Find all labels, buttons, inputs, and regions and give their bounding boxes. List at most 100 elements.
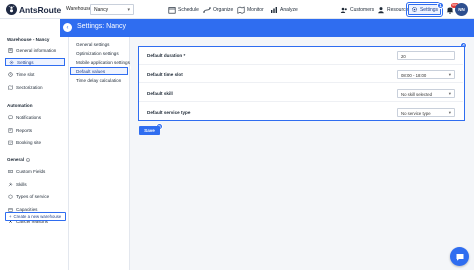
plus-icon: + — [9, 214, 12, 219]
form-row-default-skill: Default skill No skill selected ▾ — [139, 84, 463, 102]
chat-icon — [456, 253, 463, 261]
arrow-left-icon[interactable]: ‹ — [63, 23, 72, 32]
sidebar-item-label: Sectorization — [16, 84, 43, 90]
nav-analyze[interactable]: Analyze — [270, 5, 298, 15]
chart-icon — [271, 7, 277, 13]
sidebar-section-general-label: General — [7, 157, 25, 162]
ant-logo-icon — [6, 4, 17, 15]
sidebar-section-automation: Automation — [7, 103, 33, 108]
create-warehouse-button[interactable]: + Create a new warehouse — [5, 212, 66, 221]
nav-customers-label: Customers — [350, 7, 375, 13]
top-bar: AntsRoute Warehouse: Nancy ▾ Schedule Or… — [0, 0, 474, 19]
service-type-icon — [8, 194, 13, 199]
annotation-badge-1: 1 — [437, 2, 444, 9]
resources-icon — [378, 7, 384, 14]
default-duration-value: 20 — [401, 54, 406, 59]
warehouse-select[interactable]: Nancy ▾ — [90, 4, 134, 15]
sidebar-item-label: Time slot — [16, 71, 35, 77]
sidebar-item-label: Types of service — [16, 193, 50, 199]
sidebar-item-label: Booking site — [16, 139, 42, 145]
document-icon — [8, 47, 13, 53]
default-time-slot-value: 08:00 - 18:00 — [401, 73, 427, 78]
form-row-default-duration: Default duration * 20 — [139, 47, 463, 65]
logo[interactable]: AntsRoute — [6, 4, 61, 15]
skills-icon — [8, 182, 13, 186]
booking-icon — [8, 140, 13, 145]
customers-icon — [340, 7, 347, 13]
submenu-item-time-delay-calculation[interactable]: Time delay calculation — [75, 76, 130, 84]
default-service-type-value: No service type — [401, 111, 431, 116]
info-icon — [26, 157, 30, 162]
sector-map-icon — [8, 84, 13, 90]
nav-monitor[interactable]: Monitor — [237, 5, 264, 15]
left-sidebar: Warehouse - Nancy General information Se… — [0, 19, 69, 270]
sidebar-item-skills[interactable]: Skills — [5, 180, 65, 188]
warehouse-select-value: Nancy — [94, 7, 109, 13]
submenu-item-optimization-settings[interactable]: Optimization settings — [75, 49, 130, 57]
save-button[interactable]: Save — [139, 126, 160, 135]
chevron-down-icon: ▾ — [448, 72, 451, 77]
sidebar-item-sectorization[interactable]: Sectorization — [5, 83, 65, 91]
avatar[interactable]: NN — [455, 3, 468, 16]
nav-analyze-label: Analyze — [280, 7, 298, 13]
calendar-icon — [168, 7, 176, 14]
page-title: Settings: Nancy — [77, 23, 127, 30]
default-values-panel: Default duration * 20 Default time slot … — [138, 46, 465, 121]
sidebar-item-label: Notifications — [16, 114, 42, 120]
sidebar-item-label: Settings — [17, 59, 34, 65]
settings-nav-label: Settings — [419, 6, 439, 13]
default-service-type-select[interactable]: No service type ▾ — [397, 108, 455, 117]
gear-icon — [9, 60, 14, 64]
sidebar-section-general: General — [7, 157, 30, 162]
chevron-down-icon: ▾ — [127, 7, 130, 13]
map-icon — [237, 6, 245, 14]
form-row-default-time-slot: Default time slot 08:00 - 18:00 ▾ — [139, 65, 463, 83]
default-duration-input[interactable]: 20 — [397, 51, 455, 60]
default-time-slot-select[interactable]: 08:00 - 18:00 ▾ — [397, 70, 455, 79]
submenu-item-default-values[interactable]: Default values — [70, 67, 128, 75]
clock-icon — [8, 71, 13, 77]
logo-text: AntsRoute — [19, 4, 62, 15]
sidebar-item-types-of-service[interactable]: Types of service — [5, 192, 65, 200]
chat-button[interactable] — [450, 247, 469, 266]
default-skill-select[interactable]: No skill selected ▾ — [397, 89, 455, 98]
sidebar-item-settings[interactable]: Settings — [5, 58, 65, 66]
sidebar-item-reports[interactable]: Reports — [5, 126, 65, 134]
sidebar-item-label: Skills — [16, 181, 27, 187]
custom-fields-icon — [8, 169, 13, 173]
sidebar-item-booking-site[interactable]: Booking site — [5, 138, 65, 146]
default-duration-label: Default duration * — [147, 53, 186, 58]
report-icon — [8, 127, 13, 133]
sidebar-item-general-information[interactable]: General information — [5, 46, 65, 54]
notification-icon — [8, 115, 13, 119]
nav-resources[interactable]: Resources — [377, 5, 411, 15]
nav-organize[interactable]: Organize — [203, 5, 233, 15]
default-time-slot-label: Default time slot — [147, 72, 183, 77]
sidebar-item-time-slot[interactable]: Time slot — [5, 70, 65, 78]
form-row-default-service-type: Default service type No service type ▾ — [139, 103, 463, 121]
chevron-down-icon: ▾ — [448, 91, 451, 96]
sidebar-item-notifications[interactable]: Notifications — [5, 113, 65, 121]
nav-customers[interactable]: Customers — [340, 5, 374, 15]
create-warehouse-label: Create a new warehouse — [13, 214, 62, 219]
sidebar-item-label: Reports — [16, 127, 33, 133]
sidebar-item-label: General information — [16, 47, 57, 53]
default-skill-value: No skill selected — [401, 92, 433, 97]
nav-monitor-label: Monitor — [247, 7, 264, 13]
sidebar-item-label: Custom Fields — [16, 168, 46, 174]
capacity-icon — [8, 207, 13, 212]
nav-schedule[interactable]: Schedule — [168, 5, 199, 15]
chevron-down-icon: ▾ — [448, 110, 451, 115]
gear-icon — [411, 7, 417, 12]
sidebar-item-custom-fields[interactable]: Custom Fields — [5, 167, 65, 175]
nav-schedule-label: Schedule — [178, 7, 199, 13]
sidebar-item-label: Capacities — [16, 206, 38, 212]
default-skill-label: Default skill — [147, 91, 173, 96]
default-service-type-label: Default service type — [147, 110, 191, 115]
route-icon — [203, 7, 211, 13]
submenu-item-mobile-application-settings[interactable]: Mobile application settings — [75, 58, 130, 66]
nav-organize-label: Organize — [213, 7, 234, 13]
submenu-item-general-settings[interactable]: General settings — [75, 40, 130, 48]
sidebar-section-warehouse: Warehouse - Nancy — [7, 37, 50, 42]
warehouse-label: Warehouse: — [66, 6, 93, 12]
